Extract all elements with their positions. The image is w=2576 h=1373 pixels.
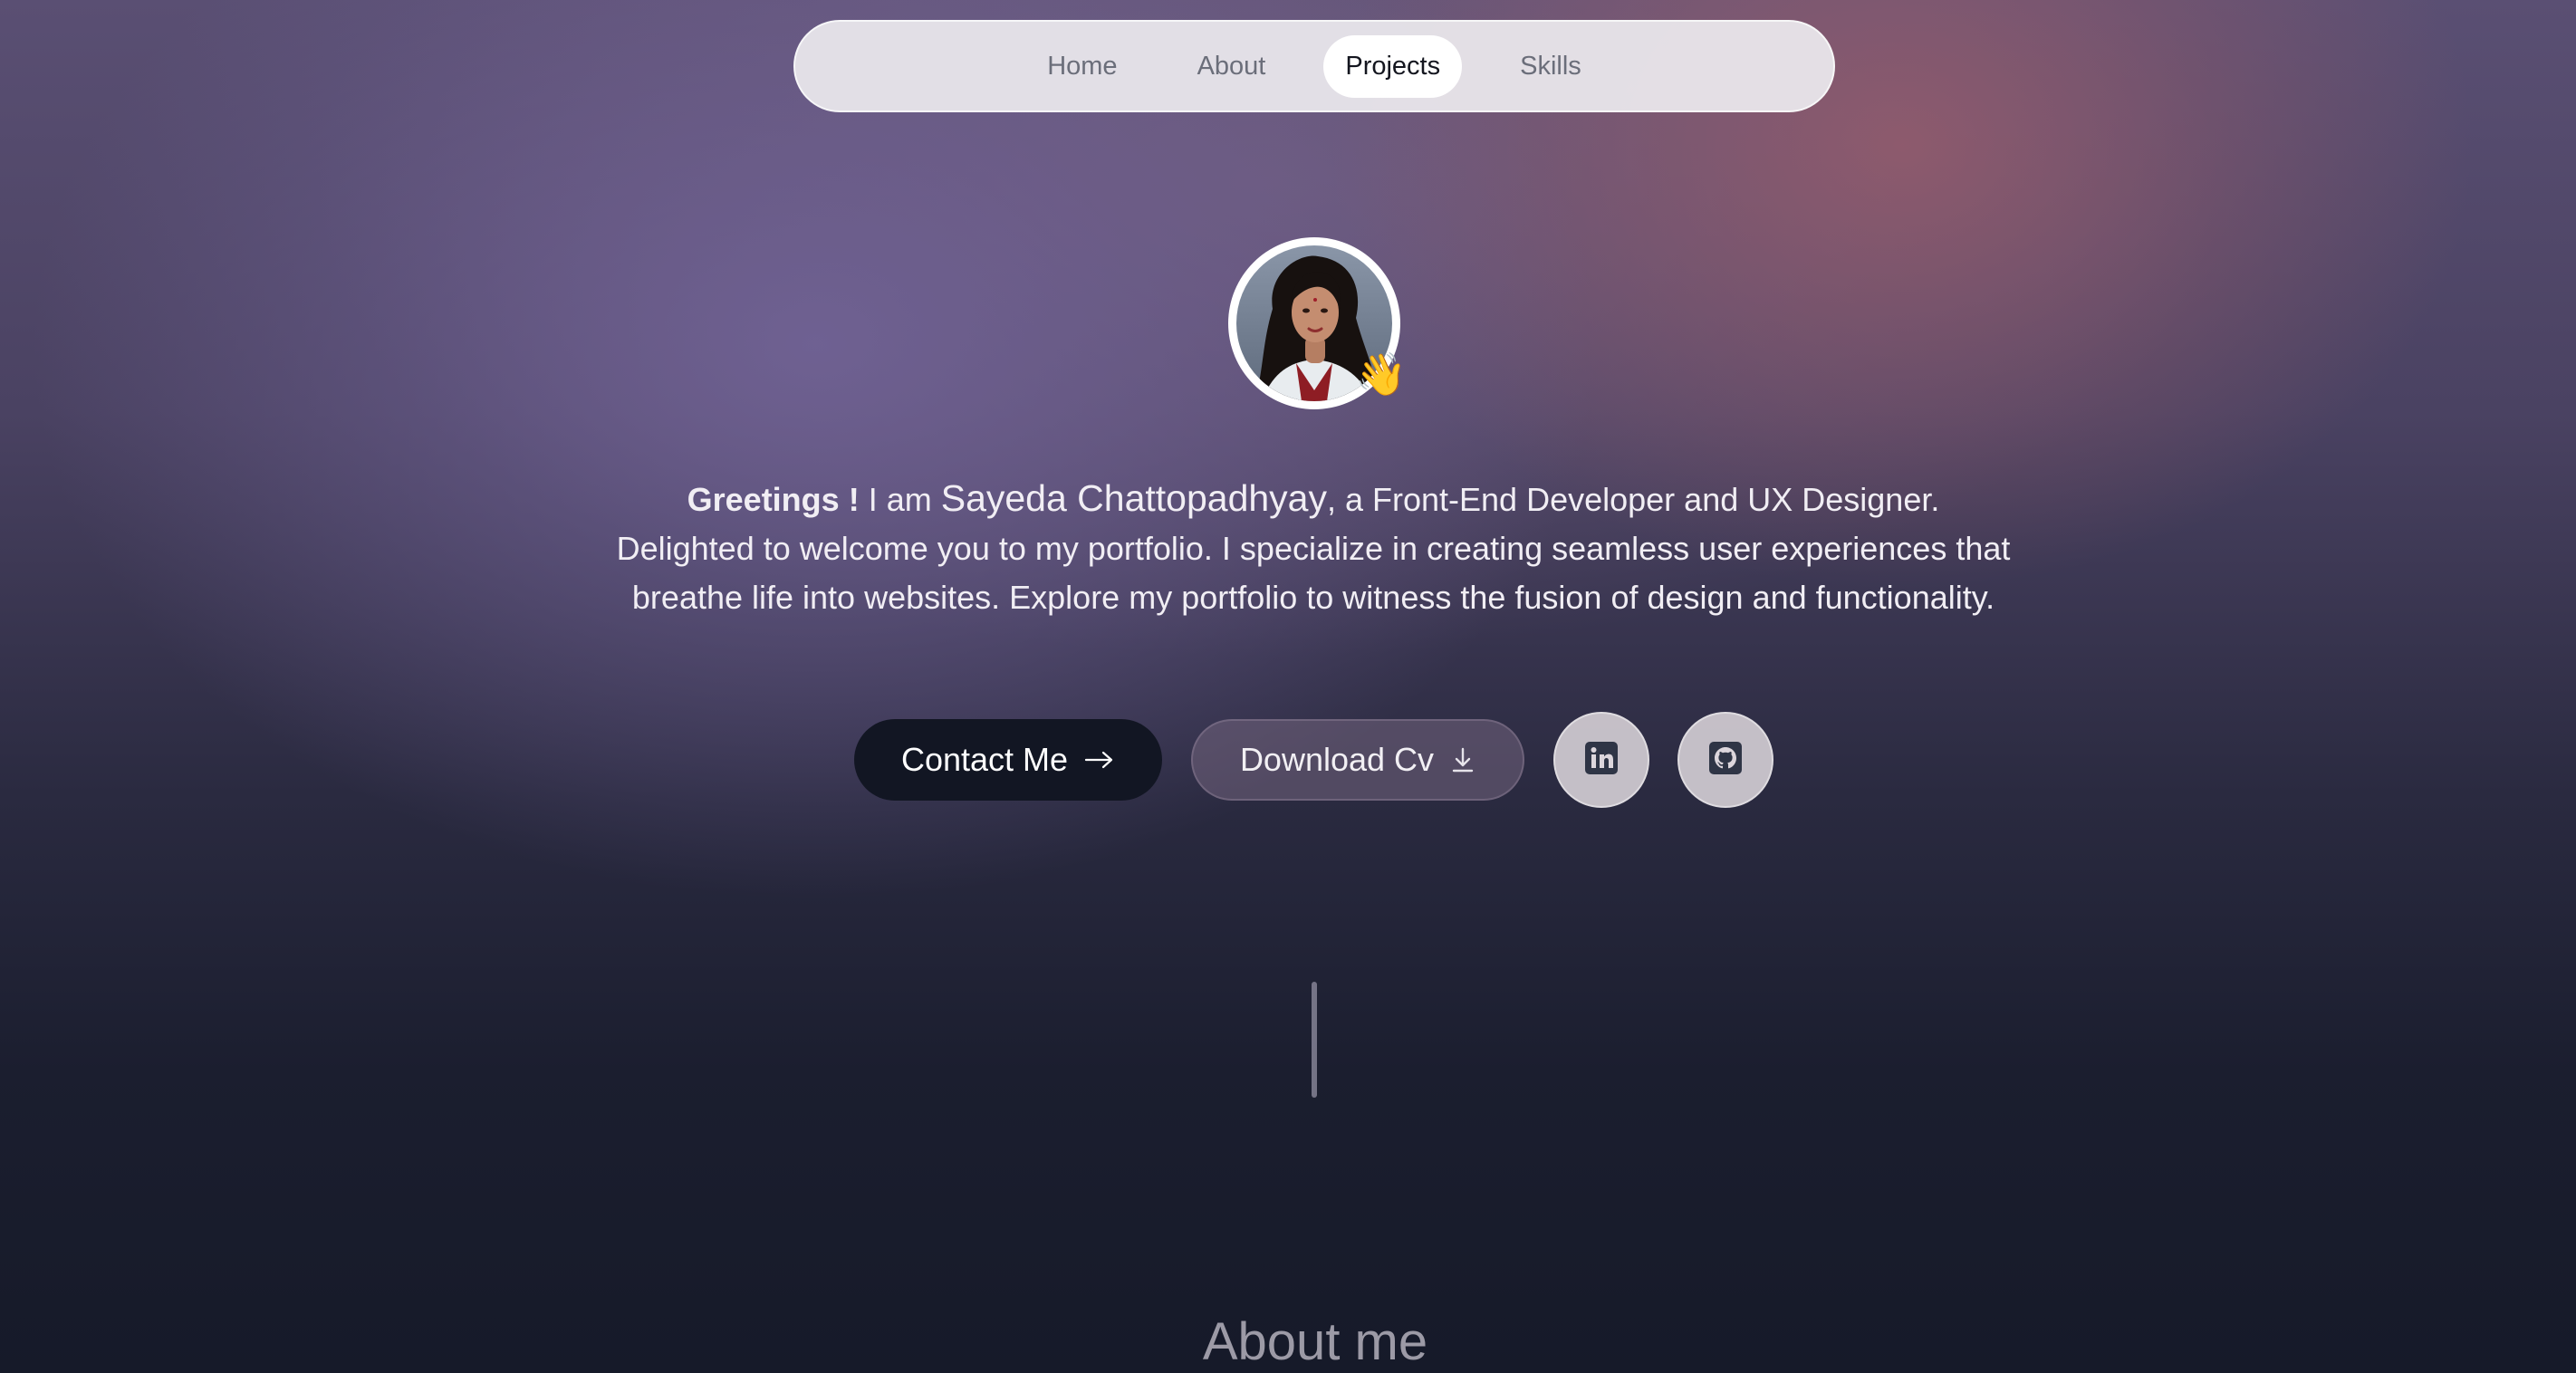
contact-me-label: Contact Me [900,741,1069,778]
download-cv-button[interactable]: Download Cv [1191,719,1524,801]
nav-item-about[interactable]: About [1176,35,1288,98]
arrow-right-icon [1084,750,1115,770]
nav-item-home[interactable]: Home [1025,35,1139,98]
linkedin-icon [1583,740,1620,781]
intro-i-am: I am [859,481,941,518]
nav-item-skills[interactable]: Skills [1498,35,1603,98]
wave-hand-icon: 👋 [1355,350,1408,398]
download-icon [1450,746,1475,773]
page-background [0,0,2576,1373]
github-button[interactable] [1677,712,1773,808]
about-section-title: About me [1202,1312,1428,1372]
contact-me-button[interactable]: Contact Me [854,719,1162,801]
scroll-indicator [1312,982,1317,1098]
download-cv-label: Download Cv [1239,741,1435,778]
intro-text: Greetings ! I am Sayeda Chattopadhyay, a… [616,474,2011,622]
top-nav: Home About Projects Skills [793,20,1835,112]
greeting-text: Greetings ! [687,481,860,518]
nav-item-projects[interactable]: Projects [1323,34,1463,98]
linkedin-button[interactable] [1553,712,1649,808]
github-icon [1707,740,1744,781]
author-name: Sayeda Chattopadhyay [940,477,1327,519]
